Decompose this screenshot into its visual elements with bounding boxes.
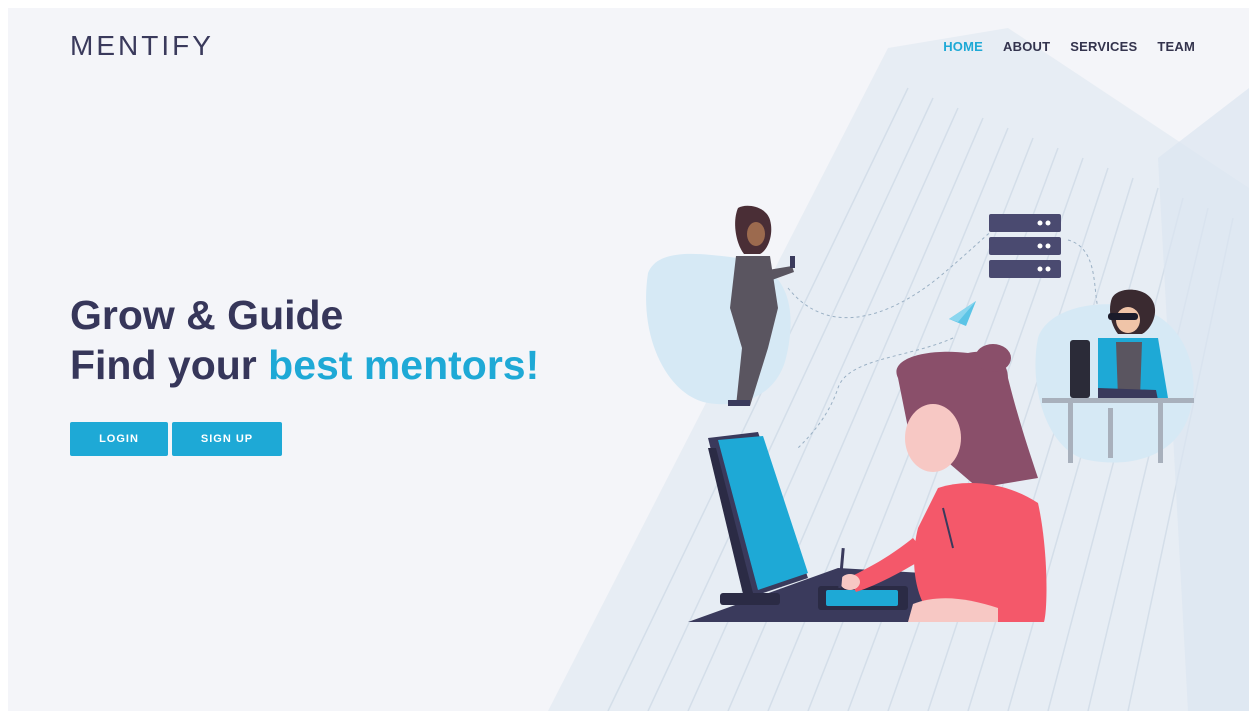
dashed-path-top xyxy=(787,229,994,319)
seated-man-figure xyxy=(1035,289,1194,463)
dashed-path-right xyxy=(1067,239,1099,309)
standing-woman-figure xyxy=(646,205,795,406)
hero-illustration xyxy=(646,205,1194,622)
page: MENTIFY HOME ABOUT SERVICES TEAM Grow & … xyxy=(8,8,1249,711)
server-icon xyxy=(989,214,1061,278)
paper-plane-icon xyxy=(949,301,976,326)
